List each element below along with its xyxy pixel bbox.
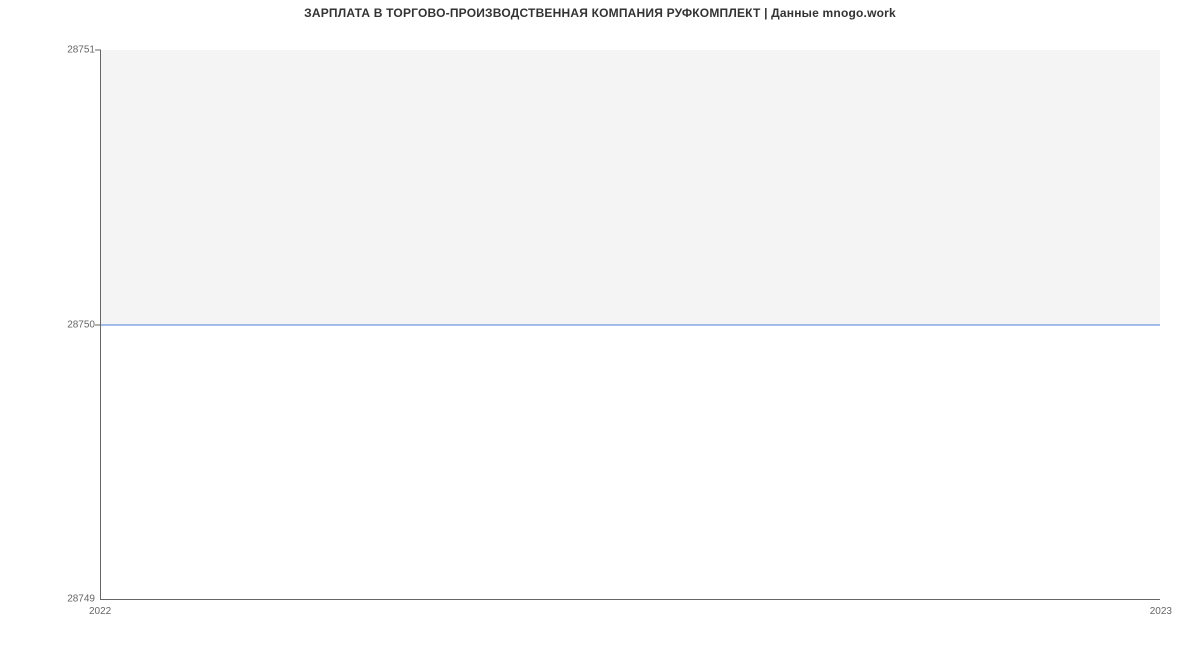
- data-line: [101, 324, 1160, 325]
- y-axis-tick-label: 28750: [5, 319, 95, 330]
- plot-band-lower: [101, 325, 1160, 600]
- x-axis-tick-label: 2023: [1150, 606, 1172, 617]
- plot-band-upper: [101, 50, 1160, 325]
- y-tick-marker: [95, 50, 101, 51]
- x-axis-tick-label: 2022: [89, 606, 111, 617]
- chart-plot-area: 28751 28750 28749 2022 2023: [100, 50, 1160, 600]
- y-axis-tick-label: 28749: [5, 594, 95, 605]
- chart-title: ЗАРПЛАТА В ТОРГОВО-ПРОИЗВОДСТВЕННАЯ КОМП…: [0, 6, 1200, 20]
- y-axis-tick-label: 28751: [5, 45, 95, 56]
